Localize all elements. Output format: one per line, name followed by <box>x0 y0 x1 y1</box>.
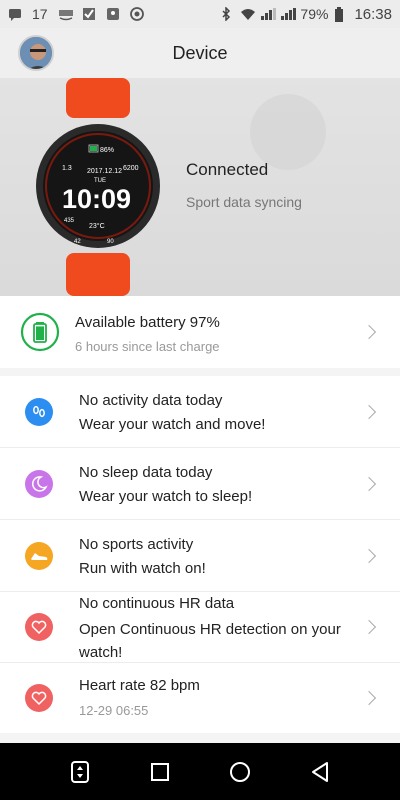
clock: 16:38 <box>354 5 392 23</box>
list-item-heart-rate[interactable]: Heart rate 82 bpm 12-29 06:55 <box>0 663 400 733</box>
status-connected: Connected <box>186 160 269 179</box>
chevron-right-icon <box>361 476 377 492</box>
decorative-circle <box>250 94 326 170</box>
row-title: No sleep data today <box>79 464 213 481</box>
watch-left-mid: 435 <box>64 218 75 224</box>
moon-icon <box>25 470 53 498</box>
chevron-right-icon <box>361 690 377 706</box>
battery-card[interactable]: Available battery 97% 6 hours since last… <box>0 296 400 368</box>
row-subtitle: Wear your watch and move! <box>79 416 266 433</box>
chevron-right-icon <box>361 324 377 340</box>
row-title: Heart rate 82 bpm <box>79 677 200 694</box>
switch-app-icon[interactable] <box>67 759 93 785</box>
watch-temp: 23°C <box>89 222 105 230</box>
row-subtitle: 12-29 06:55 <box>79 703 149 718</box>
heart-icon <box>25 684 53 712</box>
battery-title: Available battery 97% <box>75 314 220 331</box>
row-subtitle: Run with watch on! <box>79 560 206 577</box>
recents-icon[interactable] <box>147 759 173 785</box>
signal-4g-icon <box>260 7 277 21</box>
status-sync: Sport data syncing <box>186 194 302 210</box>
watch-left-top: 1.3 <box>62 165 72 172</box>
watch-bottom-right: 90 <box>107 239 114 245</box>
wifi-icon <box>240 7 256 21</box>
message-icon <box>8 7 22 21</box>
signal-icon <box>280 7 297 21</box>
map-icon <box>106 7 120 21</box>
battery-percent: 79% <box>300 6 329 22</box>
row-subtitle: Open Continuous HR detection on your wat… <box>79 621 341 661</box>
list-item-activity[interactable]: No activity data today Wear your watch a… <box>0 376 400 447</box>
back-icon[interactable] <box>307 759 333 785</box>
checkmark-icon <box>82 7 96 21</box>
shoe-icon <box>25 542 53 570</box>
bluetooth-icon <box>220 6 234 22</box>
row-subtitle: Wear your watch to sleep! <box>79 488 253 505</box>
notification-count: 17 <box>32 6 48 22</box>
watch-bottom-left: 42 <box>74 239 81 245</box>
watch-image: 86% 2017.12.12 TUE 1.3 6200 10:09 435 23… <box>28 78 168 296</box>
battery-icon <box>334 7 348 22</box>
watch-right-top: 6200 <box>123 165 139 172</box>
list-item-continuous-hr[interactable]: No continuous HR data Open Continuous HR… <box>0 592 400 662</box>
list-item-sleep[interactable]: No sleep data today Wear your watch to s… <box>0 448 400 519</box>
amazon-icon <box>58 7 73 21</box>
row-title: No activity data today <box>79 392 223 409</box>
watch-date: 2017.12.12 <box>87 168 122 175</box>
footsteps-icon <box>25 398 53 426</box>
connection-status: Connected Sport data syncing <box>186 160 302 210</box>
watch-time: 10:09 <box>62 184 131 214</box>
system-nav-bar <box>0 743 400 800</box>
device-hero[interactable]: 86% 2017.12.12 TUE 1.3 6200 10:09 435 23… <box>0 78 400 296</box>
row-title: No sports activity <box>79 536 194 553</box>
avatar[interactable] <box>18 35 54 71</box>
battery-ring-icon <box>20 312 60 352</box>
watch-battery: 86% <box>100 147 114 154</box>
chevron-right-icon <box>361 404 377 420</box>
battery-subtitle: 6 hours since last charge <box>75 339 220 354</box>
home-icon[interactable] <box>227 759 253 785</box>
target-icon <box>129 7 144 21</box>
app-header: Device <box>0 28 400 78</box>
list-item-sports[interactable]: No sports activity Run with watch on! <box>0 520 400 591</box>
heart-icon <box>25 613 53 641</box>
row-title: No continuous HR data <box>79 595 235 612</box>
page-title: Device <box>172 42 228 63</box>
status-bar: 17 79% 16:38 <box>0 0 400 28</box>
chevron-right-icon <box>361 548 377 564</box>
